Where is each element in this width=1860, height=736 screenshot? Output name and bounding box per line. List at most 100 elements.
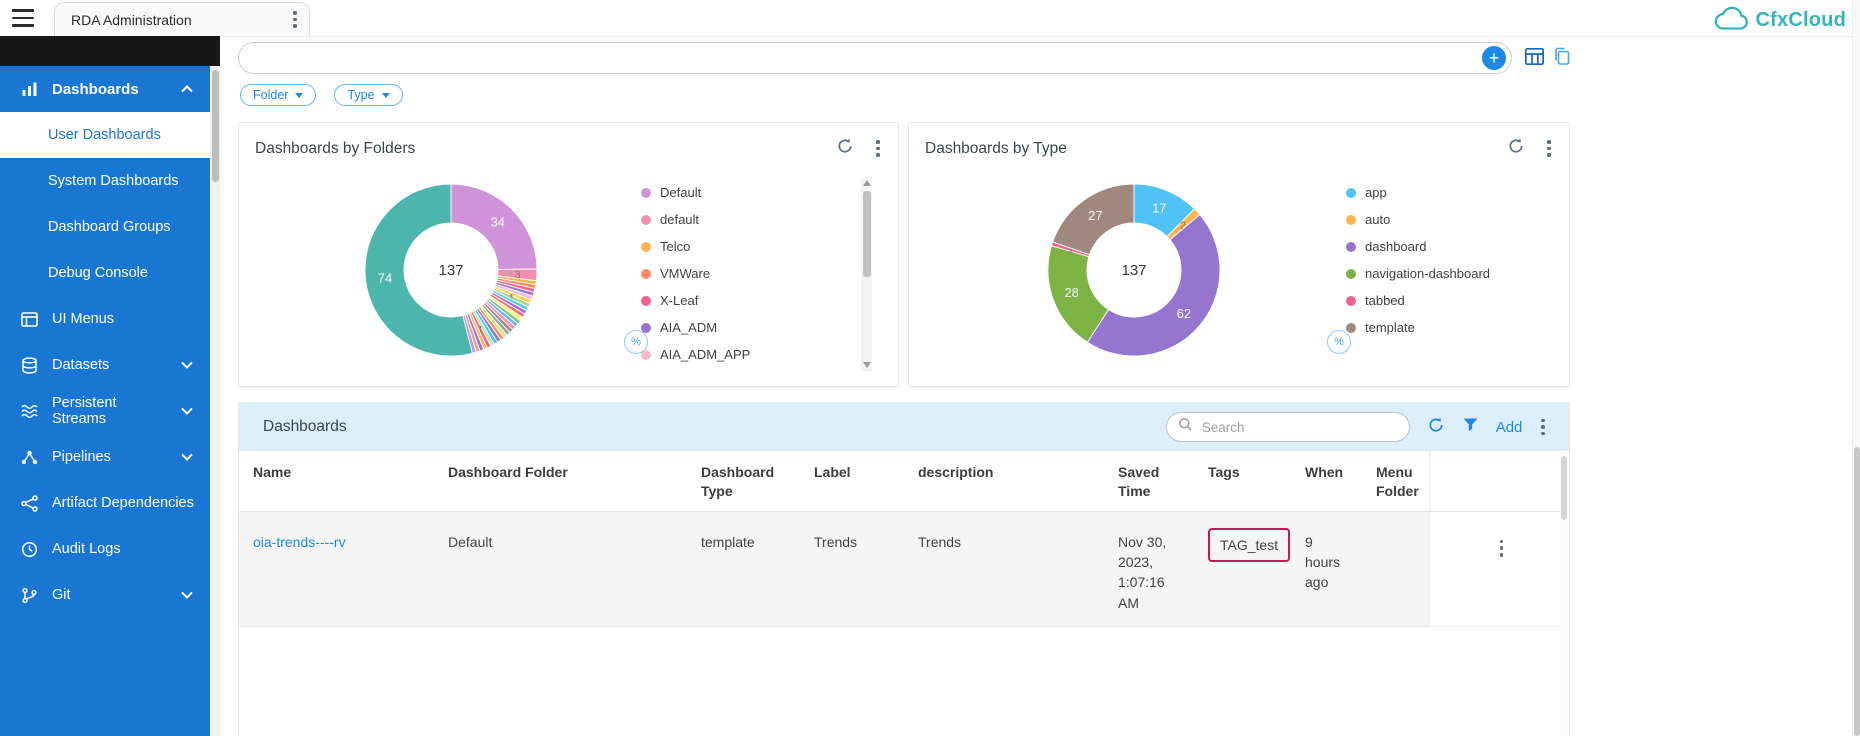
column-header[interactable]: Tags bbox=[1194, 451, 1291, 511]
legend-item[interactable]: auto bbox=[1346, 206, 1490, 233]
cell-saved-time: Nov 30, 2023, 1:07:16 AM bbox=[1104, 512, 1194, 626]
dashboard-name-link[interactable]: oia-trends----rv bbox=[253, 534, 346, 550]
global-search-input[interactable] bbox=[257, 49, 1471, 67]
folders-chart-legend: DefaultdefaultTelco VMWare X-Leaf AIA_ADM AI… bbox=[641, 179, 750, 368]
legend-item[interactable]: dashboard bbox=[1346, 233, 1490, 260]
folder-filter-chip[interactable]: Folder bbox=[240, 84, 316, 106]
legend-color-dot bbox=[641, 296, 651, 306]
types-donut-chart: 1726228127137 bbox=[1039, 175, 1229, 365]
column-header[interactable]: Name bbox=[239, 451, 434, 511]
scrollbar-thumb[interactable] bbox=[1561, 456, 1567, 520]
row-more-icon[interactable] bbox=[1498, 538, 1506, 559]
scrollbar-thumb[interactable] bbox=[212, 70, 219, 182]
sidebar-item-pipelines[interactable]: Pipelines bbox=[0, 434, 210, 480]
sidebar-item-artifact-dependencies[interactable]: Artifact Dependencies bbox=[0, 480, 210, 526]
streams-icon bbox=[20, 402, 39, 421]
chevron-down-icon[interactable] bbox=[180, 450, 194, 464]
hamburger-menu-icon[interactable] bbox=[12, 9, 34, 27]
column-header[interactable]: description bbox=[904, 451, 1104, 511]
scrollbar-thumb[interactable] bbox=[1854, 447, 1860, 736]
sidebar-item-git[interactable]: Git bbox=[0, 572, 210, 618]
sidebar-item-system-dashboards[interactable]: System Dashboards bbox=[0, 158, 210, 204]
table-view-icon[interactable] bbox=[1524, 46, 1545, 67]
rda-administration-app: RDA Administration CfxCloud Dashboards U… bbox=[0, 0, 1860, 736]
column-header[interactable]: When bbox=[1291, 451, 1362, 511]
slice-value-label: 28 bbox=[1064, 285, 1078, 300]
percent-toggle[interactable]: % bbox=[624, 330, 648, 354]
chevron-down-icon[interactable] bbox=[180, 588, 194, 602]
sidebar-item-audit-logs[interactable]: Audit Logs bbox=[0, 526, 210, 572]
cfxcloud-logo: CfxCloud bbox=[1712, 4, 1846, 37]
legend-item[interactable]: Default bbox=[641, 179, 750, 206]
chevron-up-icon[interactable] bbox=[180, 82, 194, 96]
sidebar-item-label: UI Menus bbox=[52, 311, 114, 327]
legend-item[interactable]: AIA_ADM_APP bbox=[641, 341, 750, 368]
column-header[interactable]: Dashboard Type bbox=[687, 451, 800, 511]
table-more-icon[interactable] bbox=[1539, 417, 1547, 438]
legend-item[interactable]: AIA_ADM bbox=[641, 314, 750, 341]
scrollbar-thumb[interactable] bbox=[863, 191, 871, 277]
refresh-icon[interactable] bbox=[1507, 137, 1525, 160]
refresh-icon[interactable] bbox=[836, 137, 854, 160]
add-new-button[interactable]: + bbox=[1482, 46, 1506, 70]
slice-value-label: 62 bbox=[1177, 306, 1191, 321]
card-more-icon[interactable] bbox=[874, 138, 882, 159]
add-dashboard-button[interactable]: Add bbox=[1496, 419, 1523, 436]
legend-item[interactable]: VMWare bbox=[641, 260, 750, 287]
sidebar-scrollbar[interactable] bbox=[210, 66, 220, 736]
legend-label: VMWare bbox=[660, 266, 710, 281]
donut-slice[interactable] bbox=[1087, 215, 1220, 356]
card-more-icon[interactable] bbox=[1545, 138, 1553, 159]
legend-color-dot bbox=[1346, 242, 1356, 252]
column-header[interactable]: Dashboard Folder bbox=[434, 451, 687, 511]
type-filter-chip[interactable]: Type bbox=[334, 84, 402, 106]
percent-toggle[interactable]: % bbox=[1327, 330, 1351, 354]
sidebar-item-datasets[interactable]: Datasets bbox=[0, 342, 210, 388]
legend-item[interactable]: tabbed bbox=[1346, 287, 1490, 314]
legend-scrollbar[interactable] bbox=[861, 177, 872, 371]
dashboards-by-type-card: Dashboards by Type 1726228127137 appauto… bbox=[908, 122, 1570, 387]
scroll-up-icon[interactable] bbox=[863, 180, 871, 186]
table-scrollbar[interactable] bbox=[1560, 452, 1568, 736]
legend-item[interactable]: navigation-dashboard bbox=[1346, 260, 1490, 287]
legend-item[interactable]: X-Leaf bbox=[641, 287, 750, 314]
types-chart-legend: appautodashboardnavigation-dashboard tabb… bbox=[1346, 179, 1490, 341]
cell-when: 9 hours ago bbox=[1291, 512, 1362, 626]
filter-icon[interactable] bbox=[1462, 416, 1479, 438]
table-row[interactable]: oia-trends----rv Default template Trends… bbox=[239, 512, 1569, 627]
legend-item[interactable]: Telco bbox=[641, 233, 750, 260]
legend-label: AIA_ADM bbox=[660, 320, 717, 335]
scroll-down-icon[interactable] bbox=[863, 362, 871, 368]
global-search-bar[interactable]: + bbox=[238, 42, 1512, 74]
legend-item[interactable]: app bbox=[1346, 179, 1490, 206]
sidebar-item-ui-menus[interactable]: UI Menus bbox=[0, 296, 210, 342]
card-title: Dashboards by Folders bbox=[255, 140, 836, 158]
chevron-down-icon[interactable] bbox=[180, 404, 194, 418]
sidebar-item-dashboard-groups[interactable]: Dashboard Groups bbox=[0, 204, 210, 250]
legend-color-dot bbox=[1346, 215, 1356, 225]
column-header[interactable]: Label bbox=[800, 451, 904, 511]
table-search-box[interactable] bbox=[1166, 412, 1410, 442]
filter-chip-row: Folder Type bbox=[240, 84, 403, 106]
row-actions-cell bbox=[1429, 512, 1569, 626]
sidebar-item-user-dashboards[interactable]: User Dashboards bbox=[0, 112, 210, 158]
legend-item[interactable]: template bbox=[1346, 314, 1490, 341]
sidebar-item-dashboards[interactable]: Dashboards bbox=[0, 66, 210, 112]
tab-more-icon[interactable] bbox=[291, 9, 299, 30]
sidebar-item-label: Artifact Dependencies bbox=[52, 495, 194, 511]
page-scrollbar[interactable] bbox=[1852, 0, 1860, 736]
table-search-input[interactable] bbox=[1200, 419, 1384, 436]
legend-item[interactable]: default bbox=[641, 206, 750, 233]
sidebar-item-persistent-streams[interactable]: Persistent Streams bbox=[0, 388, 210, 434]
chevron-down-icon[interactable] bbox=[180, 358, 194, 372]
column-header[interactable]: Menu Folder bbox=[1362, 451, 1429, 511]
app-tab[interactable]: RDA Administration bbox=[54, 2, 310, 36]
bar-chart-icon bbox=[20, 80, 39, 99]
legend-label: template bbox=[1365, 320, 1415, 335]
column-header[interactable]: Saved Time bbox=[1104, 451, 1194, 511]
sidebar-item-debug-console[interactable]: Debug Console bbox=[0, 250, 210, 296]
copy-icon[interactable] bbox=[1552, 46, 1572, 67]
legend-color-dot bbox=[641, 215, 651, 225]
refresh-icon[interactable] bbox=[1427, 416, 1445, 439]
legend-label: tabbed bbox=[1365, 293, 1405, 308]
